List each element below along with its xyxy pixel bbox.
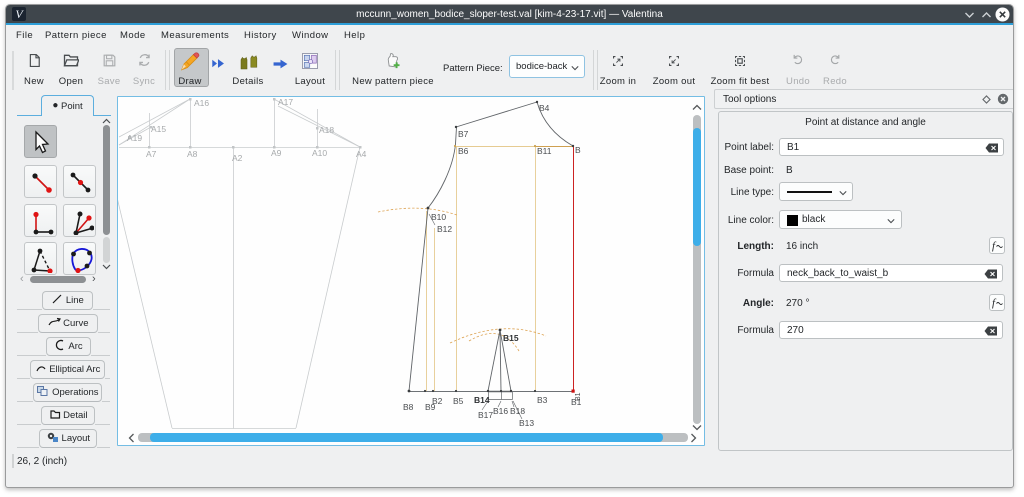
- svg-text:f: f: [992, 297, 997, 309]
- svg-text:f: f: [992, 240, 997, 252]
